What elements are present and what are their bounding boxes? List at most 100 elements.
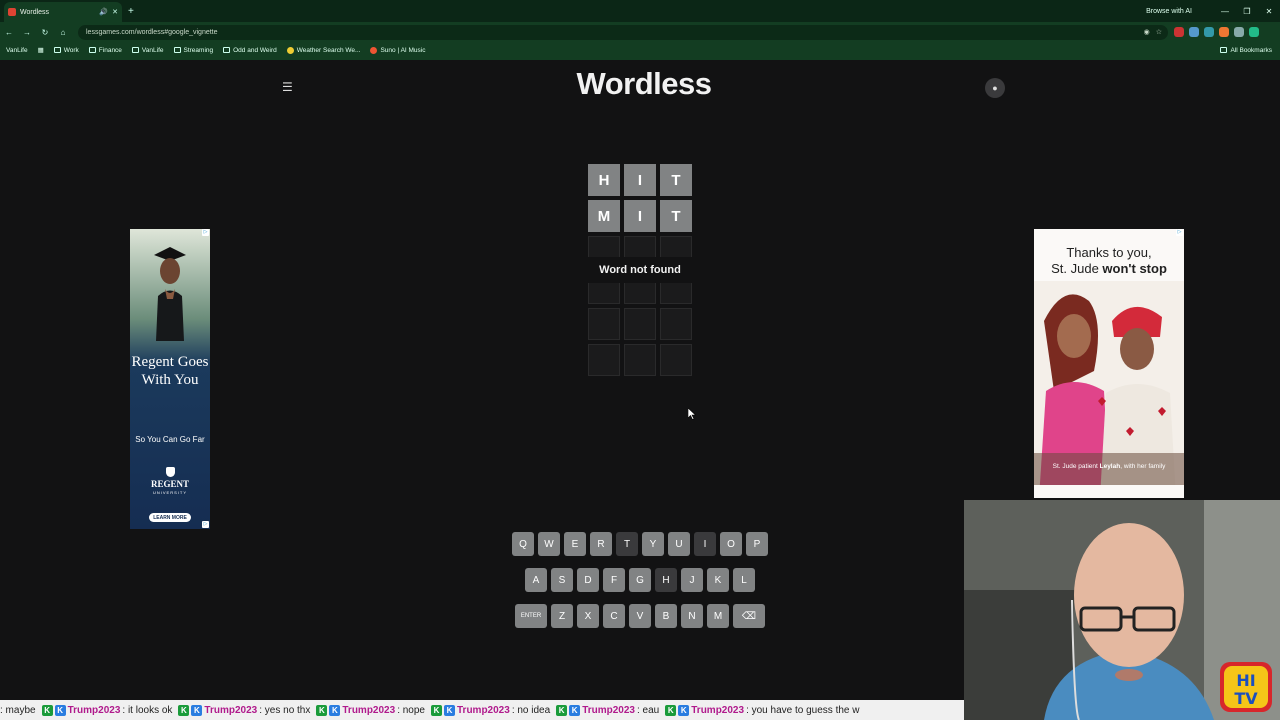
key-e[interactable]: E [564,532,586,556]
board-row: M I T [588,200,692,232]
key-b[interactable]: B [655,604,677,628]
browse-with-ai-button[interactable]: Browse with AI [1146,8,1192,15]
chat-badge-icon: K [191,704,203,716]
adchoices-icon[interactable]: ▷ [202,521,209,528]
chat-badge-icon: K [178,704,190,716]
ad-brand-sub: UNIVERSITY [152,490,187,495]
bookmark-folder-finance[interactable]: Finance [88,47,122,54]
folder-icon [53,47,61,53]
extension-icon[interactable] [1174,27,1184,37]
key-p[interactable]: P [746,532,768,556]
key-l[interactable]: L [733,568,755,592]
speaker-icon[interactable]: 🔊 [99,8,108,16]
star-icon[interactable]: ☆ [1156,28,1162,36]
back-icon[interactable]: ← [0,28,18,37]
key-f[interactable]: F [603,568,625,592]
bookmark-folder-vanlife[interactable]: VanLife [131,47,164,54]
key-r[interactable]: R [590,532,612,556]
bookmark-weather[interactable]: Weather Search We... [286,46,360,54]
bookmark-apps-icon[interactable]: ▦ [38,46,44,54]
hi-tv-logo: HI TV [1220,662,1272,712]
close-tab-icon[interactable]: ✕ [112,8,118,16]
learn-more-button[interactable]: LEARN MORE [149,513,191,522]
extension-icon[interactable] [1189,27,1199,37]
board-tile [624,308,656,340]
extension-icon[interactable] [1219,27,1229,37]
ticker-message: : maybe [0,704,36,716]
chat-badge-icon: K [556,704,568,716]
board-tile: I [624,200,656,232]
board-tile [660,344,692,376]
key-d[interactable]: D [577,568,599,592]
board-tile: T [660,200,692,232]
key-j[interactable]: J [681,568,703,592]
chat-badge-icon: K [678,704,690,716]
profile-avatar[interactable] [1249,27,1259,37]
key-w[interactable]: W [538,532,560,556]
adchoices-icon[interactable]: ▷ [202,229,209,236]
minimize-icon[interactable]: — [1214,7,1236,16]
key-c[interactable]: C [603,604,625,628]
home-icon[interactable]: ⌂ [54,28,72,37]
regent-ad[interactable]: Regent Goes With You So You Can Go Far R… [130,229,210,529]
ticker-message: K K Trump2023: eau [556,704,659,716]
sun-icon [286,46,294,54]
ticker-message: K K Trump2023: yes no thx [178,704,310,716]
extension-icon[interactable] [1204,27,1214,37]
eye-off-icon[interactable]: ◉ [1144,28,1150,36]
browser-tab[interactable]: Wordless 🔊 ✕ [4,2,122,22]
bookmark-vanlife[interactable]: VanLife [6,47,28,54]
url-input[interactable]: lessgames.com/wordless#google_vignette ◉… [78,24,1168,40]
key-q[interactable]: Q [512,532,534,556]
key-g[interactable]: G [629,568,651,592]
st-jude-ad[interactable]: Thanks to you, St. Jude won't stop St. J… [1034,229,1184,498]
address-bar-row: ← → ↻ ⌂ lessgames.com/wordless#google_vi… [0,22,1280,42]
ad-message: Thanks to you, St. Jude won't stop [1034,245,1184,277]
window-controls: Browse with AI — ❐ ✕ [1146,0,1280,22]
key-h[interactable]: H [655,568,677,592]
enter-key[interactable]: ENTER [515,604,547,628]
key-n[interactable]: N [681,604,703,628]
all-bookmarks[interactable]: All Bookmarks [1220,47,1272,54]
close-window-icon[interactable]: ✕ [1258,7,1280,16]
key-v[interactable]: V [629,604,651,628]
adchoices-icon[interactable]: ▷ [1176,229,1183,236]
board-tile [588,308,620,340]
bookmark-folder-work[interactable]: Work [53,47,79,54]
keyboard-row: ASDFGHJKL [510,568,770,592]
extensions [1174,27,1259,37]
browser-tabstrip: Wordless 🔊 ✕ + Browse with AI — ❐ ✕ [0,0,1280,22]
key-y[interactable]: Y [642,532,664,556]
omnibox-icons: ◉ ☆ [1144,28,1168,36]
key-t[interactable]: T [616,532,638,556]
key-z[interactable]: Z [551,604,573,628]
ad-headline: Regent Goes With You [131,354,209,388]
board-tile [588,344,620,376]
tab-title: Wordless [20,8,50,16]
chat-badge-icon: K [444,704,455,716]
keyboard-row: ENTER Z X C V B N M ⌫ [510,604,770,628]
chat-badge-icon: K [329,704,341,716]
bookmark-folder-odd[interactable]: Odd and Weird [223,47,277,54]
key-o[interactable]: O [720,532,742,556]
key-m[interactable]: M [707,604,729,628]
forward-icon[interactable]: → [18,28,36,37]
key-u[interactable]: U [668,532,690,556]
backspace-key[interactable]: ⌫ [733,604,765,628]
key-s[interactable]: S [551,568,573,592]
key-i[interactable]: I [694,532,716,556]
puzzle-icon[interactable] [1234,27,1244,37]
bookmark-suno[interactable]: Suno | AI Music [370,46,426,54]
key-k[interactable]: K [707,568,729,592]
new-tab-button[interactable]: + [128,6,134,17]
restore-icon[interactable]: ❐ [1236,7,1258,16]
svg-text:HI: HI [1236,671,1255,690]
key-a[interactable]: A [525,568,547,592]
user-account-icon[interactable]: ● [985,78,1005,98]
screen: Wordless 🔊 ✕ + Browse with AI — ❐ ✕ ← → … [0,0,1280,720]
chat-badge-icon: K [569,704,581,716]
ad-brand: REGENT [150,479,189,489]
key-x[interactable]: X [577,604,599,628]
bookmark-folder-streaming[interactable]: Streaming [173,47,213,54]
reload-icon[interactable]: ↻ [36,28,54,37]
